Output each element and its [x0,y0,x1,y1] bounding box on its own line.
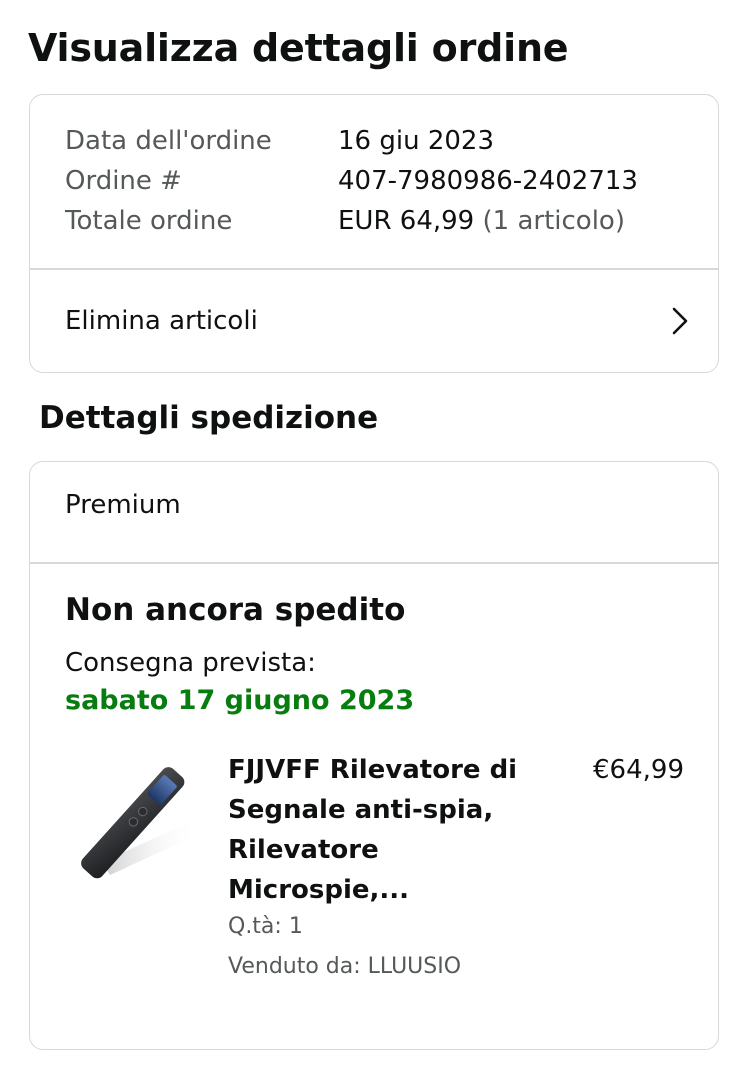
order-summary-card: Data dell'ordine 16 giu 2023 Ordine # 40… [29,94,719,373]
order-total-label: Totale ordine [65,206,233,236]
product-title-link[interactable]: FJJVFF Rilevatore di Segnale anti-spia, … [228,750,548,910]
order-number-label: Ordine # [65,166,182,196]
page-title: Visualizza dettagli ordine [28,26,569,70]
order-date-label: Data dell'ordine [65,126,272,156]
order-total-row: Totale ordine EUR 64,99 (1 articolo) [65,201,718,241]
delete-items-button[interactable]: Elimina articoli [30,270,718,372]
order-item-count: (1 articolo) [482,206,625,236]
order-total-value: EUR 64,99 (1 articolo) [338,206,625,236]
order-number-row: Ordine # 407-7980986-2402713 [65,161,718,201]
delivery-estimate-label: Consegna prevista: [65,648,316,678]
chevron-right-icon [672,307,688,335]
order-number-value: 407-7980986-2402713 [338,166,638,196]
order-summary-rows: Data dell'ordine 16 giu 2023 Ordine # 40… [30,95,718,241]
delete-items-label: Elimina articoli [65,306,258,336]
product-seller: Venduto da: LLUUSIO [228,954,462,979]
shipment-status: Non ancora spedito [65,592,406,628]
product-image[interactable] [62,757,202,887]
order-date-row: Data dell'ordine 16 giu 2023 [65,121,718,161]
order-total-amount: EUR 64,99 [338,206,475,236]
order-date-value: 16 giu 2023 [338,126,494,156]
delivery-estimate-date: sabato 17 giugno 2023 [65,685,415,716]
product-price: €64,99 [593,755,684,785]
shipping-type: Premium [65,490,181,520]
product-quantity: Q.tà: 1 [228,914,303,939]
shipment-card: Premium Non ancora spedito Consegna prev… [29,461,719,1050]
shipping-details-heading: Dettagli spedizione [39,400,379,436]
divider [30,562,718,564]
